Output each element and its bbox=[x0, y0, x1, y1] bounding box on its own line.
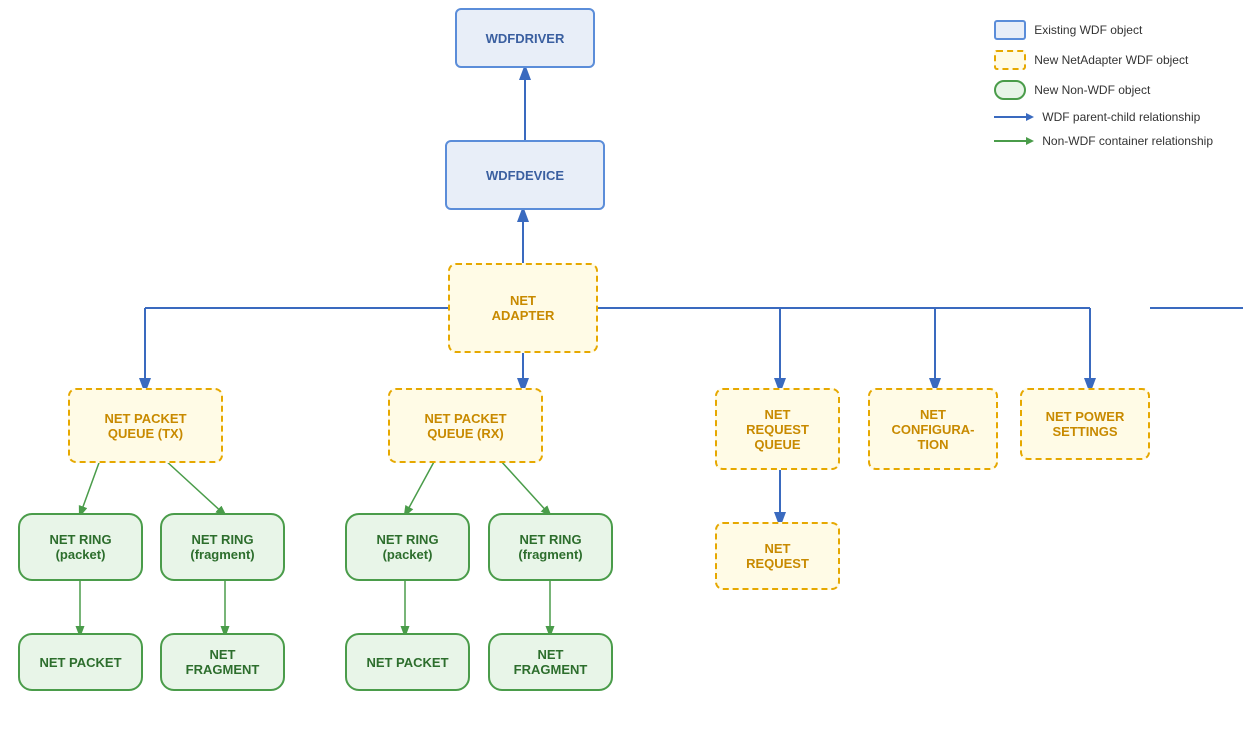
legend-wdf-arrow-icon bbox=[994, 110, 1034, 124]
diagram-container: WDFDRIVER WDFDEVICE NET ADAPTER NET PACK… bbox=[0, 0, 1243, 739]
legend-netadapter-label: New NetAdapter WDF object bbox=[1034, 53, 1188, 67]
legend-wdf: Existing WDF object bbox=[994, 20, 1213, 40]
wdfdriver-label: WDFDRIVER bbox=[486, 31, 565, 46]
net-ring-rx-fragment-node: NET RING (fragment) bbox=[488, 513, 613, 581]
legend-arrow-nonwdf-label: Non-WDF container relationship bbox=[1042, 134, 1213, 148]
legend-wdf-label: Existing WDF object bbox=[1034, 23, 1142, 37]
net-fragment-rx-node: NET FRAGMENT bbox=[488, 633, 613, 691]
legend: Existing WDF object New NetAdapter WDF o… bbox=[994, 20, 1213, 158]
legend-nonwdf-icon bbox=[994, 80, 1026, 100]
legend-nonwdf-label: New Non-WDF object bbox=[1034, 83, 1150, 97]
legend-wdf-icon bbox=[994, 20, 1026, 40]
wdfdevice-node: WDFDEVICE bbox=[445, 140, 605, 210]
net-rq-node: NET REQUEST QUEUE bbox=[715, 388, 840, 470]
legend-nonwdf-arrow-icon bbox=[994, 134, 1034, 148]
net-ring-tx-packet-node: NET RING (packet) bbox=[18, 513, 143, 581]
net-ring-rx-fragment-label: NET RING (fragment) bbox=[518, 532, 582, 562]
wdfdriver-node: WDFDRIVER bbox=[455, 8, 595, 68]
net-pq-tx-node: NET PACKET QUEUE (TX) bbox=[68, 388, 223, 463]
legend-netadapter: New NetAdapter WDF object bbox=[994, 50, 1213, 70]
legend-nonwdf: New Non-WDF object bbox=[994, 80, 1213, 100]
net-config-node: NET CONFIGURA- TION bbox=[868, 388, 998, 470]
legend-arrow-nonwdf: Non-WDF container relationship bbox=[994, 134, 1213, 148]
net-pq-tx-label: NET PACKET QUEUE (TX) bbox=[104, 411, 186, 441]
net-pq-rx-label: NET PACKET QUEUE (RX) bbox=[424, 411, 506, 441]
net-fragment-rx-label: NET FRAGMENT bbox=[514, 647, 588, 677]
net-packet-tx-node: NET PACKET bbox=[18, 633, 143, 691]
net-fragment-tx-node: NET FRAGMENT bbox=[160, 633, 285, 691]
net-fragment-tx-label: NET FRAGMENT bbox=[186, 647, 260, 677]
net-packet-rx-node: NET PACKET bbox=[345, 633, 470, 691]
legend-netadapter-icon bbox=[994, 50, 1026, 70]
net-config-label: NET CONFIGURA- TION bbox=[891, 407, 974, 452]
legend-arrow-wdf: WDF parent-child relationship bbox=[994, 110, 1213, 124]
net-adapter-node: NET ADAPTER bbox=[448, 263, 598, 353]
net-adapter-label: NET ADAPTER bbox=[492, 293, 555, 323]
net-ring-tx-fragment-node: NET RING (fragment) bbox=[160, 513, 285, 581]
net-ring-tx-fragment-label: NET RING (fragment) bbox=[190, 532, 254, 562]
net-power-node: NET POWER SETTINGS bbox=[1020, 388, 1150, 460]
net-request-node: NET REQUEST bbox=[715, 522, 840, 590]
net-ring-rx-packet-label: NET RING (packet) bbox=[376, 532, 438, 562]
net-request-label: NET REQUEST bbox=[746, 541, 809, 571]
net-pq-rx-node: NET PACKET QUEUE (RX) bbox=[388, 388, 543, 463]
wdfdevice-label: WDFDEVICE bbox=[486, 168, 564, 183]
net-packet-rx-label: NET PACKET bbox=[366, 655, 448, 670]
net-power-label: NET POWER SETTINGS bbox=[1046, 409, 1125, 439]
net-ring-rx-packet-node: NET RING (packet) bbox=[345, 513, 470, 581]
net-rq-label: NET REQUEST QUEUE bbox=[746, 407, 809, 452]
net-ring-tx-packet-label: NET RING (packet) bbox=[49, 532, 111, 562]
net-packet-tx-label: NET PACKET bbox=[39, 655, 121, 670]
legend-arrow-wdf-label: WDF parent-child relationship bbox=[1042, 110, 1200, 124]
